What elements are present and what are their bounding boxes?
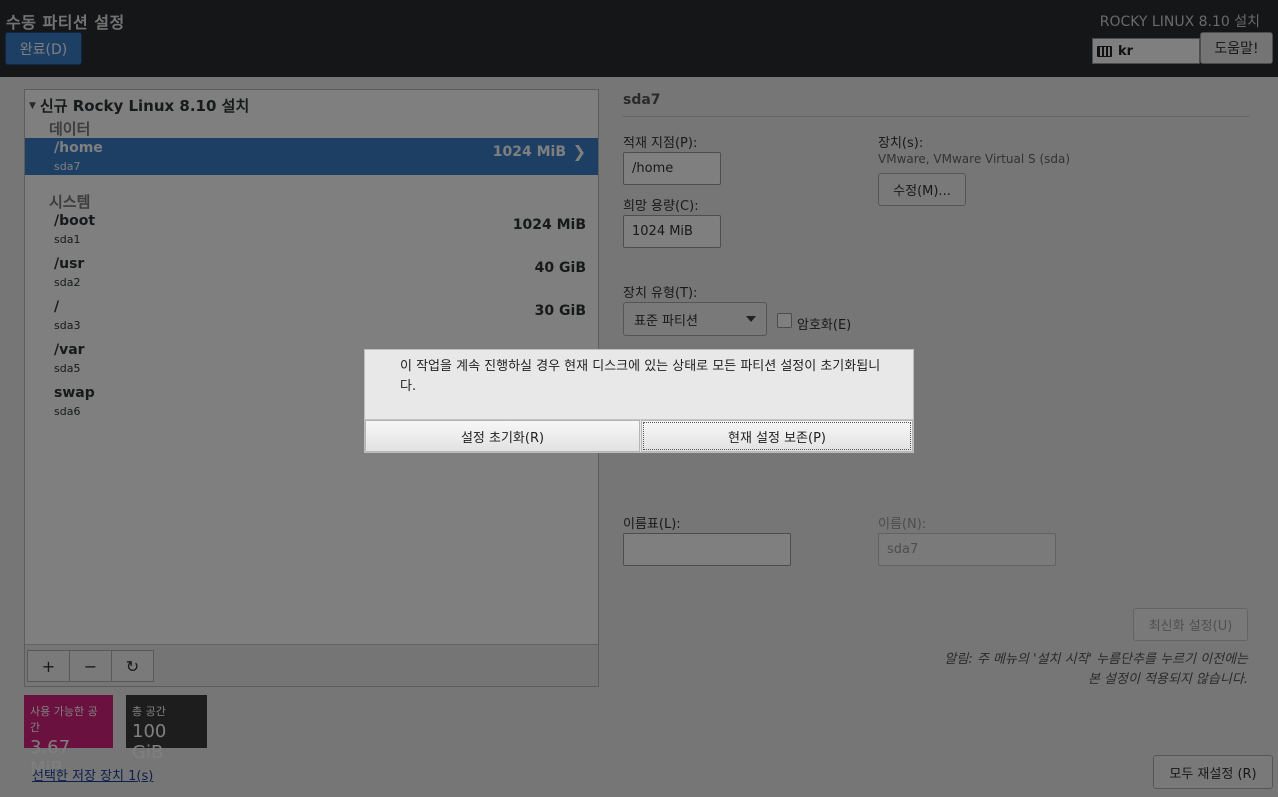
reset-settings-button[interactable]: 설정 초기화(R): [365, 420, 640, 452]
keep-settings-button[interactable]: 현재 설정 보존(P): [641, 420, 913, 452]
reset-confirm-dialog: 이 작업을 계속 진행하실 경우 현재 디스크에 있는 상태로 모든 파티션 설…: [364, 349, 914, 453]
dialog-message: 이 작업을 계속 진행하실 경우 현재 디스크에 있는 상태로 모든 파티션 설…: [400, 359, 881, 394]
